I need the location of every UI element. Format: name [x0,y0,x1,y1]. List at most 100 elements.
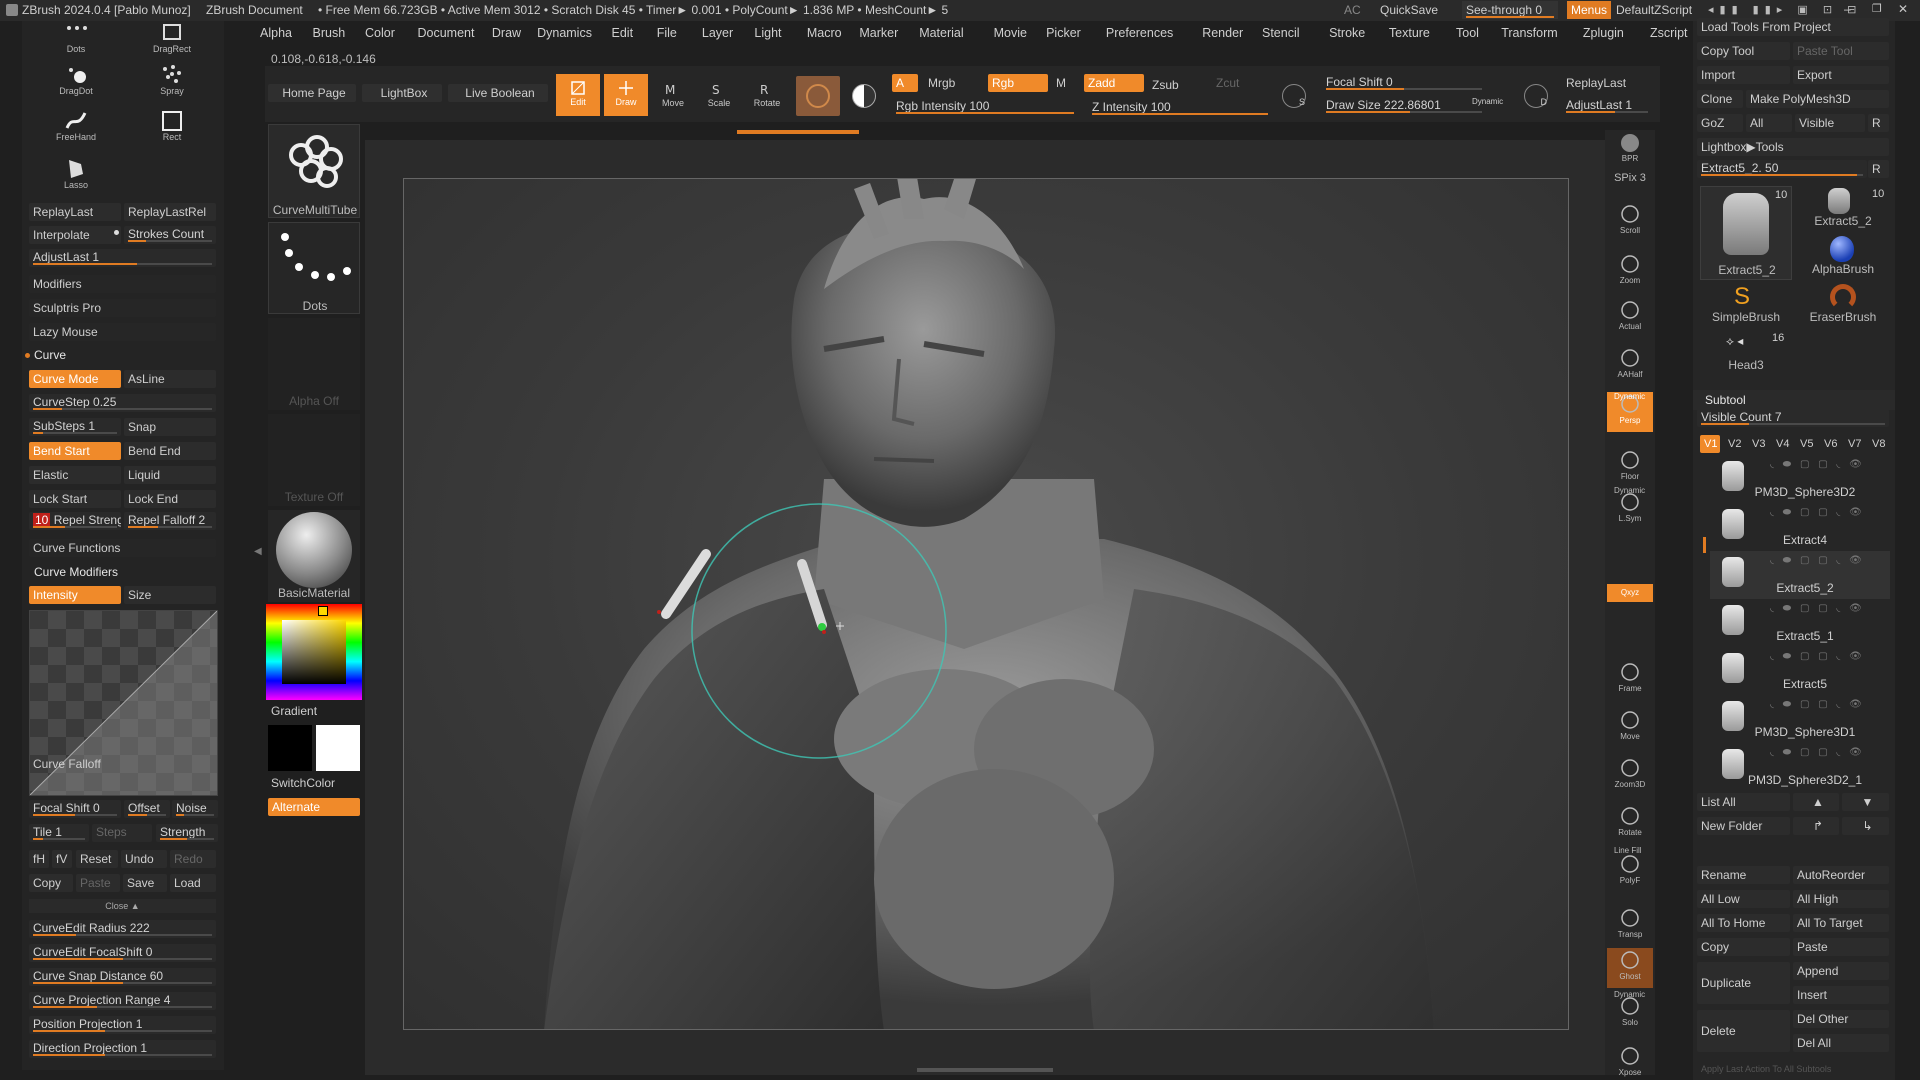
rotate-mode-button[interactable]: R Rotate [746,78,788,116]
menu-zscript[interactable]: Zscript [1650,26,1688,40]
steps-slider[interactable]: Steps [92,824,152,842]
zoom3d-button[interactable]: Zoom3D [1607,756,1653,796]
import-button[interactable]: Import [1697,66,1790,84]
subtool-item[interactable]: ◟ ⬬ ▢ ▢ ◟ 👁 PM3D_Sphere3D2_1 [1710,743,1890,791]
autoreorder-button[interactable]: AutoReorder [1793,866,1889,884]
home-page-button[interactable]: Home Page [268,84,356,102]
zcut-toggle[interactable]: Zcut [1212,74,1262,92]
all-to-target-button[interactable]: All To Target [1793,914,1889,932]
menu-color[interactable]: Color [365,26,395,40]
material-swatch-button[interactable] [796,76,840,116]
menu-stroke[interactable]: Stroke [1329,26,1365,40]
dynamic-size-toggle[interactable]: Dynamic [1472,97,1503,106]
curve-section-title[interactable]: Curve [34,348,66,362]
delete-button[interactable]: Delete [1697,1010,1790,1052]
see-through-slider[interactable]: See-through 0 [1462,1,1558,19]
goz-all-button[interactable]: All [1746,114,1792,132]
adjustlast-slider[interactable]: AdjustLast 1 [29,249,216,267]
subtool-item[interactable]: ◟ ⬬ ▢ ▢ ◟ 👁 Extract5_1 [1710,599,1890,647]
export-button[interactable]: Export [1793,66,1889,84]
strength-slider[interactable]: Strength [156,824,218,842]
version-tab-v8[interactable]: V8 [1868,435,1888,453]
replaylast-button[interactable]: ReplayLast [29,203,121,221]
load-tools-from-project-button[interactable]: Load Tools From Project [1697,18,1889,36]
lock-end-toggle[interactable]: Lock End [124,490,216,508]
move-down-button[interactable]: ▼ [1842,793,1889,811]
ghost-button[interactable]: Ghost [1607,948,1653,988]
make-polymesh3d-button[interactable]: Make PolyMesh3D [1746,90,1889,108]
goz-button[interactable]: GoZ [1697,114,1743,132]
all-low-button[interactable]: All Low [1697,890,1790,908]
flip-v-button[interactable]: fV [52,850,72,868]
top-focal-shift-slider[interactable]: Focal Shift 0 [1322,74,1486,92]
del-other-button[interactable]: Del Other [1793,1010,1889,1028]
curve-close-bar[interactable]: Close ▲ [29,899,216,913]
solo-button[interactable]: Solo [1607,994,1653,1034]
stroke-rect[interactable]: Rect [148,110,196,142]
menu-document[interactable]: Document [418,26,475,40]
bend-end-toggle[interactable]: Bend End [124,442,216,460]
version-tab-v3[interactable]: V3 [1748,435,1768,453]
curve-copy-button[interactable]: Copy [29,874,73,892]
m-toggle[interactable]: M [1052,74,1074,92]
version-tab-v2[interactable]: V2 [1724,435,1744,453]
curve-projection-range-slider[interactable]: Curve Projection Range 4 [29,992,216,1010]
menu-render[interactable]: Render [1202,26,1243,40]
main-color-swatch[interactable] [316,725,360,771]
clone-button[interactable]: Clone [1697,90,1743,108]
brush-thumbnail[interactable]: CurveMultiTube [268,124,360,218]
bpr-button[interactable]: BPR [1607,130,1653,170]
rgb-toggle[interactable]: Rgb [988,74,1048,92]
liquid-toggle[interactable]: Liquid [124,466,216,484]
quicksave-button[interactable]: QuickSave [1380,3,1438,17]
curve-modifiers-title[interactable]: Curve Modifiers [34,565,118,579]
curve-falloff-graph[interactable]: Curve Falloff [29,610,218,796]
curve-snap-distance-slider[interactable]: Curve Snap Distance 60 [29,968,216,986]
default-zscript-button[interactable]: DefaultZScript [1616,3,1692,17]
gradient-label[interactable]: Gradient [271,704,317,718]
menu-tool[interactable]: Tool [1456,26,1479,40]
del-all-button[interactable]: Del All [1793,1034,1889,1052]
canvas-area[interactable] [365,140,1605,1075]
sculptris-pro-section[interactable]: Sculptris Pro [29,299,216,317]
curveedit-focalshift-slider[interactable]: CurveEdit FocalShift 0 [29,944,216,962]
menu-transform[interactable]: Transform [1501,26,1558,40]
layout-icons[interactable]: ◂▮▮ ▮▮▸ ▣ ⊡ ⊟ [1708,3,1862,16]
ac-toggle[interactable]: AC [1344,3,1361,17]
close-icon[interactable]: ✕ [1898,2,1908,16]
stroke-dots[interactable]: Dots [52,22,100,54]
actual-button[interactable]: Actual [1607,298,1653,338]
folder-forward-button[interactable]: ↱ [1793,817,1839,835]
menu-picker[interactable]: Picker [1046,26,1081,40]
canvas-move-button[interactable]: Move [1607,708,1653,748]
version-tab-v1[interactable]: V1 [1700,435,1720,453]
menu-preferences[interactable]: Preferences [1106,26,1173,40]
switchcolor-button[interactable]: SwitchColor [271,776,335,790]
curve-mode-toggle[interactable]: Curve Mode [29,370,121,388]
noise-slider[interactable]: Noise [172,800,218,818]
menu-zplugin[interactable]: Zplugin [1583,26,1624,40]
append-button[interactable]: Append [1793,962,1889,980]
scale-mode-button[interactable]: S Scale [698,78,740,116]
aahalf-button[interactable]: AAHalf [1607,346,1653,386]
floor-button[interactable]: Floor [1607,448,1653,488]
subtool-item[interactable]: ◟ ⬬ ▢ ▢ ◟ 👁 PM3D_Sphere3D2 [1710,455,1890,503]
version-tab-v4[interactable]: V4 [1772,435,1792,453]
stroke-freehand[interactable]: FreeHand [52,110,100,142]
goz-visible-button[interactable]: Visible [1795,114,1865,132]
z-intensity-slider[interactable]: Z Intensity 100 [1088,99,1272,117]
list-all-button[interactable]: List All [1697,793,1790,811]
draw-mode-button[interactable]: Draw [604,74,648,116]
subtool-visibility-eye-icon[interactable]: ◟ ⬬ ▢ ▢ ◟ 👁 [1770,459,1865,470]
goz-r-button[interactable]: R [1868,114,1889,132]
subtool-visibility-eye-icon[interactable]: ◟ ⬬ ▢ ▢ ◟ 👁 [1770,507,1865,518]
direction-projection-slider[interactable]: Direction Projection 1 [29,1040,216,1058]
rename-button[interactable]: Rename [1697,866,1790,884]
current-tool-r-button[interactable]: R [1868,160,1889,178]
focal-shift-slider[interactable]: Focal Shift 0 [29,800,121,818]
version-tab-v7[interactable]: V7 [1844,435,1864,453]
restore-icon[interactable]: ❐ [1872,2,1882,15]
menu-alpha[interactable]: Alpha [260,26,292,40]
a-toggle[interactable]: A [892,74,918,92]
subtool-visibility-eye-icon[interactable]: ◟ ⬬ ▢ ▢ ◟ 👁 [1770,651,1865,662]
